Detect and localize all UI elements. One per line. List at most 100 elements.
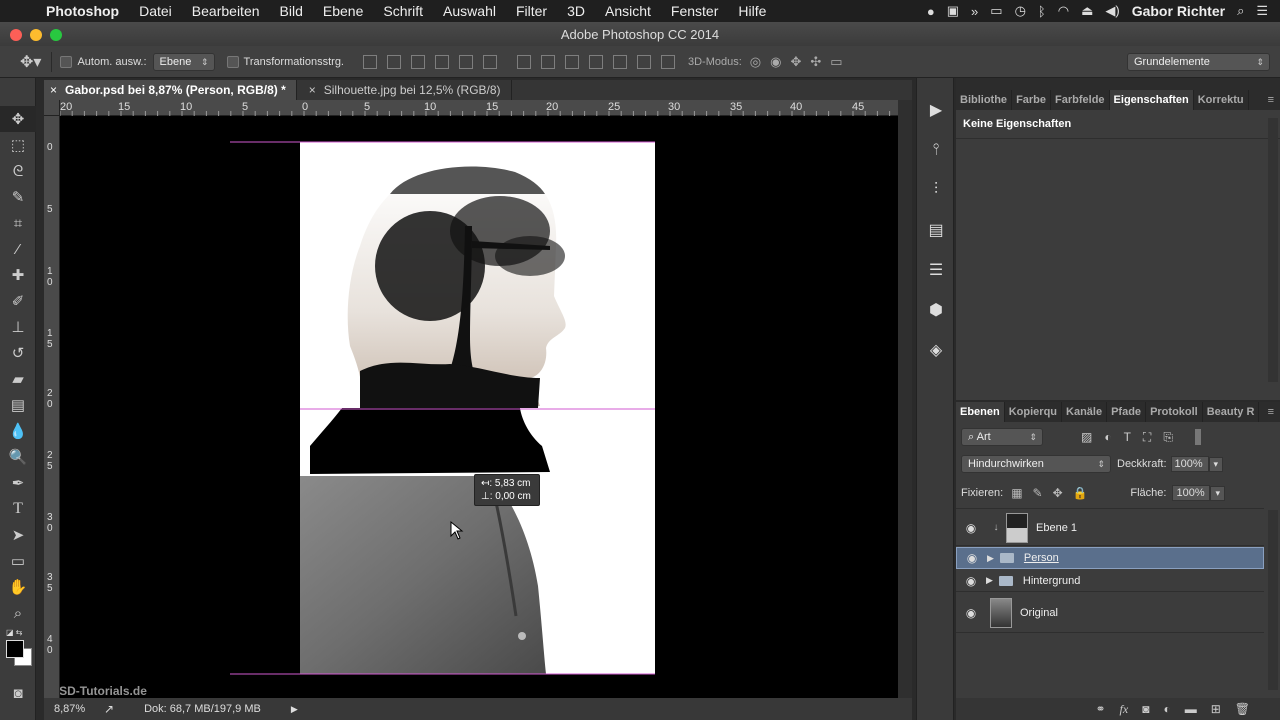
- tab-pfade[interactable]: Pfade: [1107, 402, 1147, 422]
- new-group-icon[interactable]: ▬: [1185, 702, 1197, 716]
- tab-farbe[interactable]: Farbe: [1012, 90, 1052, 110]
- tab-farbfelder[interactable]: Farbfelde: [1051, 90, 1110, 110]
- align-right-icon[interactable]: [483, 54, 497, 69]
- align-bottom-icon[interactable]: [411, 54, 425, 69]
- menu-ansicht[interactable]: Ansicht: [595, 3, 661, 19]
- auto-align-icon[interactable]: [661, 54, 675, 69]
- layer-row-hintergrund[interactable]: ◉ ▶ Hintergrund: [956, 570, 1264, 592]
- move-tool-icon[interactable]: ✥: [0, 106, 36, 132]
- filter-toggle[interactable]: [1194, 429, 1201, 445]
- layer-row-original[interactable]: ◉ Original: [956, 593, 1264, 633]
- zoom-window-button[interactable]: [50, 29, 62, 41]
- layer-name[interactable]: Original: [1020, 607, 1058, 619]
- wifi-icon[interactable]: ◠: [1058, 3, 1069, 19]
- tab-korrekturen[interactable]: Korrektu: [1194, 90, 1249, 110]
- brush-presets-icon[interactable]: ⫯: [917, 130, 955, 170]
- path-selection-tool-icon[interactable]: ➤: [0, 522, 36, 548]
- quick-mask-icon[interactable]: ◙: [0, 680, 36, 706]
- horizontal-ruler[interactable]: 20 15 10 5 0 5 10 15 20 25 30 35 40 45: [60, 100, 898, 116]
- vertical-ruler[interactable]: 0 5 1 0 1 5 2 0 2 5 3 0 3 5 4 0: [44, 116, 60, 698]
- paragraph-panel-icon[interactable]: ☰: [917, 250, 955, 290]
- zoom-level[interactable]: 8,87%: [54, 703, 98, 715]
- adjust-sliders-icon[interactable]: ⫶: [917, 170, 955, 210]
- time-machine-icon[interactable]: ◷: [1015, 3, 1026, 19]
- tab-kopierquelle[interactable]: Kopierqu: [1005, 402, 1063, 422]
- opacity-dropdown-icon[interactable]: ▾: [1208, 456, 1224, 472]
- gradient-tool-icon[interactable]: ▤: [0, 392, 36, 418]
- tab-gabor-psd[interactable]: × Gabor.psd bei 8,87% (Person, RGB/8) *: [44, 80, 297, 100]
- user-name[interactable]: Gabor Richter: [1132, 3, 1225, 19]
- tab-silhouette-jpg[interactable]: × Silhouette.jpg bei 12,5% (RGB/8): [297, 80, 512, 100]
- fill-input[interactable]: 100%: [1172, 485, 1211, 501]
- marquee-tool-icon[interactable]: ⬚: [0, 132, 36, 158]
- blend-mode-dropdown[interactable]: Hindurchwirken: [961, 455, 1111, 473]
- auto-select-dropdown[interactable]: Ebene: [152, 52, 215, 71]
- status-menu-arrow-icon[interactable]: ▶: [291, 704, 298, 715]
- tab-bibliotheken[interactable]: Bibliothe: [956, 90, 1013, 110]
- move-tool-preset-icon[interactable]: ✥▾: [20, 52, 41, 72]
- add-mask-icon[interactable]: ◙: [1142, 702, 1149, 716]
- panel-menu-icon[interactable]: ≡: [1268, 94, 1274, 106]
- 3d-mode-icons[interactable]: ◎◉✥✣▭: [750, 54, 852, 70]
- expand-group-icon[interactable]: ▶: [986, 575, 993, 586]
- tab-protokoll[interactable]: Protokoll: [1146, 402, 1203, 422]
- menu-bearbeiten[interactable]: Bearbeiten: [182, 3, 270, 19]
- visibility-eye-icon[interactable]: ◉: [957, 551, 987, 565]
- foreground-color-swatch[interactable]: [6, 640, 24, 658]
- close-tab-icon[interactable]: ×: [309, 83, 316, 97]
- vertical-scrollbar[interactable]: [898, 100, 912, 698]
- type-tool-icon[interactable]: T: [0, 496, 36, 522]
- eject-icon[interactable]: ⏏: [1081, 3, 1093, 19]
- layer-name[interactable]: Person: [1024, 552, 1059, 564]
- menu-datei[interactable]: Datei: [129, 3, 182, 19]
- zoom-tool-icon[interactable]: ⌕: [0, 600, 36, 626]
- pen-tool-icon[interactable]: ✒: [0, 470, 36, 496]
- new-layer-icon[interactable]: ⊞: [1211, 702, 1221, 716]
- dodge-tool-icon[interactable]: 🔍: [0, 444, 36, 470]
- eraser-tool-icon[interactable]: ▰: [0, 366, 36, 392]
- hat-icon[interactable]: ●: [927, 4, 935, 19]
- align-vcenter-icon[interactable]: [387, 54, 401, 69]
- quick-selection-tool-icon[interactable]: ✎: [0, 184, 36, 210]
- crop-tool-icon[interactable]: ⌗: [0, 210, 36, 236]
- layers-panel-icon[interactable]: ◈: [917, 330, 955, 370]
- layer-row-person[interactable]: ◉ ▶ Person: [956, 547, 1264, 569]
- character-panel-icon[interactable]: ▤: [917, 210, 955, 250]
- adjustment-layer-icon[interactable]: ◐: [1163, 702, 1170, 716]
- blur-tool-icon[interactable]: 💧: [0, 418, 36, 444]
- artwork[interactable]: [60, 116, 898, 698]
- align-top-icon[interactable]: [363, 54, 377, 69]
- distribute-hcenter-icon[interactable]: [613, 54, 627, 69]
- volume-icon[interactable]: ◀): [1105, 3, 1119, 19]
- default-colors-icon[interactable]: ◪ ⇆: [6, 628, 22, 637]
- airplay-icon[interactable]: ▭: [990, 3, 1002, 19]
- layer-filter-type-icons[interactable]: ▨◐T⛶⎘: [1081, 430, 1185, 445]
- distribute-left-icon[interactable]: [589, 54, 603, 69]
- export-icon[interactable]: ↗: [104, 702, 114, 716]
- layer-row-ebene-1[interactable]: ◉ ↓ Ebene 1: [956, 510, 1264, 546]
- clone-stamp-tool-icon[interactable]: ⊥: [0, 314, 36, 340]
- distribute-bottom-icon[interactable]: [565, 54, 579, 69]
- menu-bild[interactable]: Bild: [270, 3, 313, 19]
- minimize-window-button[interactable]: [30, 29, 42, 41]
- ruler-corner[interactable]: [44, 100, 60, 116]
- menu-ebene[interactable]: Ebene: [313, 3, 373, 19]
- close-window-button[interactable]: [10, 29, 22, 41]
- transform-controls-checkbox[interactable]: [226, 55, 239, 68]
- properties-scrollbar[interactable]: [1268, 118, 1278, 382]
- 3d-panel-icon[interactable]: ⬢: [917, 290, 955, 330]
- distribute-right-icon[interactable]: [637, 54, 651, 69]
- brush-tool-icon[interactable]: ✐: [0, 288, 36, 314]
- layer-style-fx-icon[interactable]: fx: [1120, 702, 1129, 717]
- rectangle-tool-icon[interactable]: ▭: [0, 548, 36, 574]
- play-action-icon[interactable]: ▶: [917, 90, 955, 130]
- lasso-tool-icon[interactable]: ᘓ: [0, 158, 36, 184]
- distribute-top-icon[interactable]: [517, 54, 531, 69]
- spotlight-search-icon[interactable]: ⌕: [1237, 3, 1244, 19]
- eyedropper-tool-icon[interactable]: ⁄: [0, 236, 36, 262]
- auto-select-checkbox[interactable]: [60, 55, 73, 68]
- layers-scrollbar[interactable]: [1268, 510, 1278, 690]
- menu-auswahl[interactable]: Auswahl: [433, 3, 506, 19]
- tab-ebenen[interactable]: Ebenen: [956, 402, 1005, 422]
- forward-icon[interactable]: »: [971, 4, 978, 19]
